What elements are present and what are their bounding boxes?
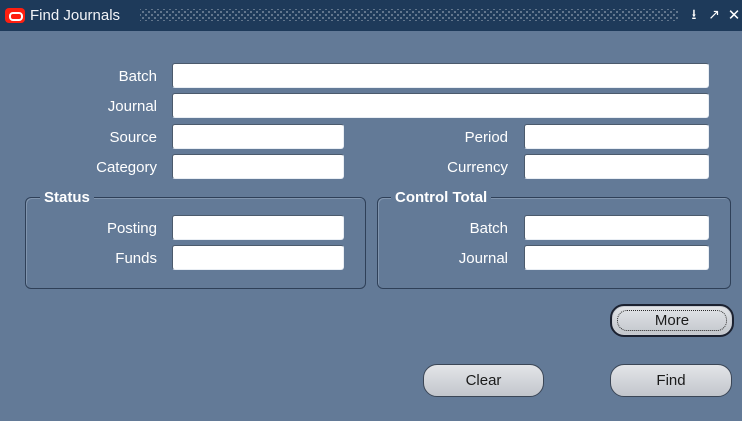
journal-field[interactable]: [172, 93, 709, 118]
currency-label: Currency: [447, 159, 508, 176]
window-title: Find Journals: [30, 7, 121, 24]
oracle-logo-icon: [5, 8, 25, 23]
find-button[interactable]: Find: [610, 364, 732, 397]
posting-field[interactable]: [172, 215, 344, 240]
clear-button[interactable]: Clear: [423, 364, 544, 397]
minimize-icon[interactable]: ⭳: [686, 6, 702, 24]
batch-field[interactable]: [172, 63, 709, 88]
period-field[interactable]: [524, 124, 709, 149]
find-journals-window: Find Journals ⭳ ↗ ✕ Batch Journal Source…: [0, 0, 742, 421]
clear-button-label: Clear: [465, 372, 502, 389]
focus-ring: [617, 310, 727, 331]
journal-label: Journal: [107, 98, 157, 115]
funds-field[interactable]: [172, 245, 344, 270]
status-group-title: Status: [40, 189, 94, 206]
title-bar-grip: [140, 9, 678, 21]
control-total-journal-label: Journal: [458, 250, 508, 267]
category-label: Category: [96, 159, 157, 176]
maximize-icon[interactable]: ↗: [706, 6, 722, 24]
period-label: Period: [464, 129, 508, 146]
control-total-group: [377, 197, 731, 289]
funds-label: Funds: [115, 250, 157, 267]
more-button[interactable]: More: [610, 304, 734, 337]
posting-label: Posting: [106, 220, 157, 237]
find-button-label: Find: [656, 372, 686, 389]
category-field[interactable]: [172, 154, 344, 179]
control-total-group-title: Control Total: [391, 189, 492, 206]
currency-field[interactable]: [524, 154, 709, 179]
title-bar[interactable]: Find Journals ⭳ ↗ ✕: [0, 0, 742, 31]
source-label: Source: [109, 129, 157, 146]
status-group: [25, 197, 366, 289]
control-total-journal-field[interactable]: [524, 245, 709, 270]
control-total-batch-label: Batch: [469, 220, 508, 237]
source-field[interactable]: [172, 124, 344, 149]
close-icon[interactable]: ✕: [726, 6, 742, 24]
batch-label: Batch: [118, 68, 157, 85]
control-total-batch-field[interactable]: [524, 215, 709, 240]
